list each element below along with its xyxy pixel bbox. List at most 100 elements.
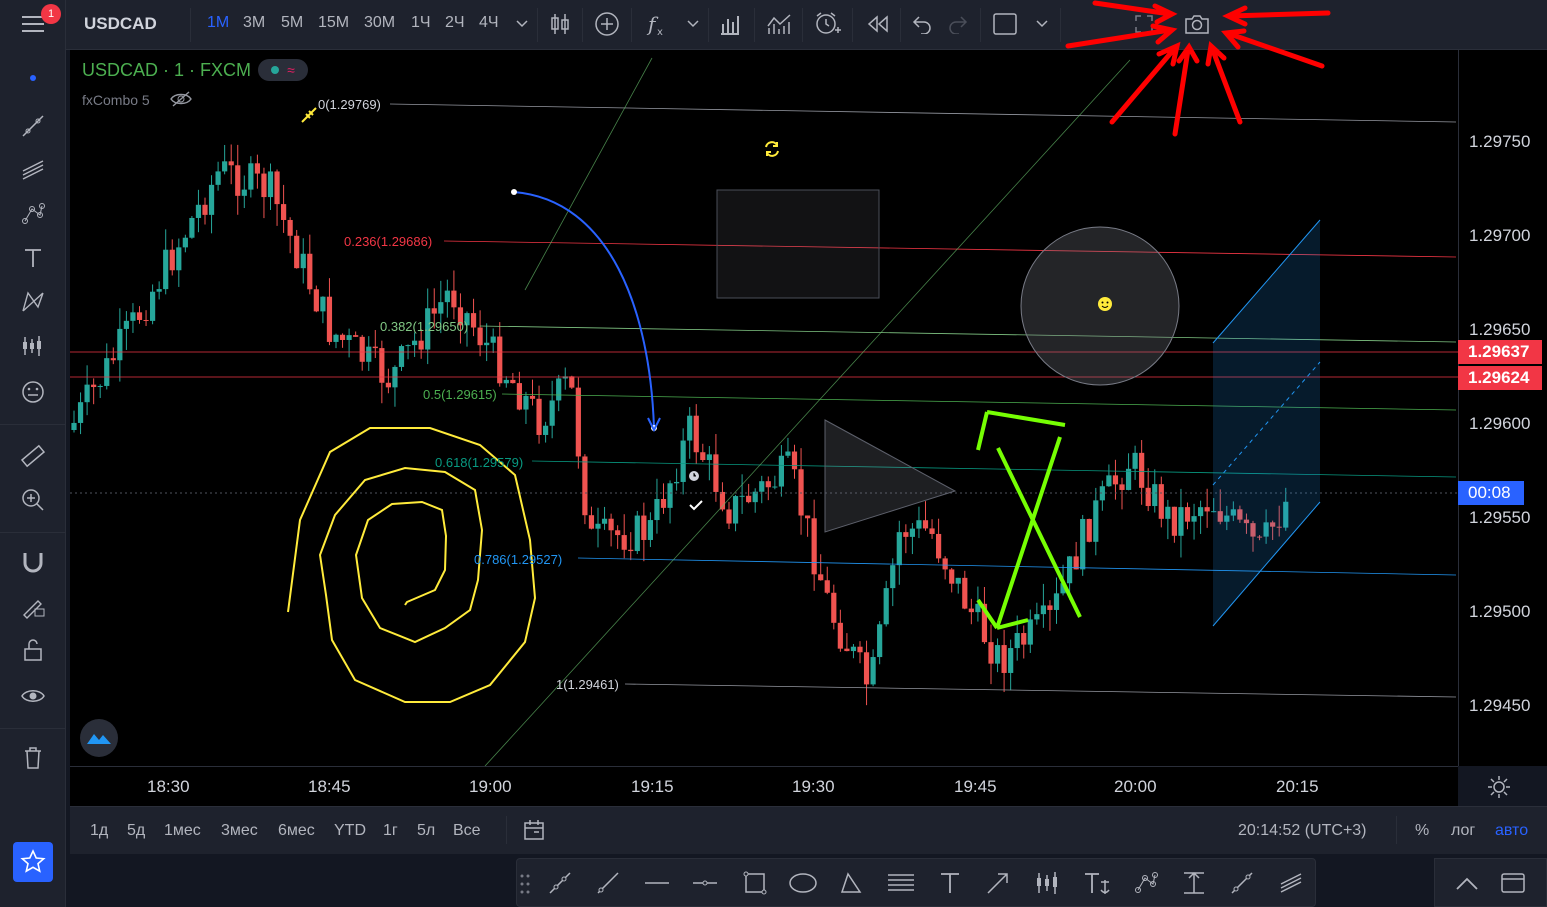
compare-icon[interactable] <box>763 8 795 40</box>
ray-tool-icon[interactable] <box>591 866 625 900</box>
horizontal-line-tool-icon[interactable] <box>640 866 674 900</box>
divider <box>537 8 538 42</box>
price-label: 1.29650 <box>1469 320 1531 339</box>
chart-pane[interactable]: 0(1.29769) 0.236(1.29686) 0.382(1.29650)… <box>70 50 1458 767</box>
zoom-in-icon[interactable] <box>17 484 49 516</box>
fib-tool-icon[interactable] <box>884 866 918 900</box>
divider <box>582 8 583 42</box>
timeframe-30m[interactable]: 30М <box>364 14 395 32</box>
maximize-panel-icon[interactable] <box>1496 866 1530 900</box>
candle-body <box>523 395 529 410</box>
market-status-badge[interactable]: ≈ <box>258 59 308 81</box>
trend-angle-tool-icon[interactable] <box>1225 866 1259 900</box>
timeframe-1m[interactable]: 1М <box>207 14 229 32</box>
drag-handle-icon[interactable] <box>520 872 530 901</box>
range-5y[interactable]: 5л <box>417 822 435 840</box>
chevron-down-icon[interactable] <box>677 8 709 40</box>
add-indicator-icon[interactable] <box>591 8 623 40</box>
logo-icon[interactable] <box>80 719 118 757</box>
pattern-tool-icon[interactable] <box>1129 866 1163 900</box>
lock-drawing-icon[interactable] <box>17 590 49 622</box>
legend-symbol[interactable]: USDCAD · 1 · FXCM <box>82 60 251 81</box>
range-3m[interactable]: 3мес <box>221 822 258 840</box>
arrow-drawing[interactable] <box>976 410 1082 618</box>
chevron-down-icon[interactable] <box>506 8 538 40</box>
candle-body <box>1086 518 1092 542</box>
timeframe-5m[interactable]: 5М <box>281 14 303 32</box>
settings-gear-icon[interactable] <box>1487 775 1511 804</box>
arrow-tool-icon[interactable] <box>981 866 1015 900</box>
forecast-icon[interactable] <box>17 330 49 362</box>
symbol-search[interactable]: USDCAD <box>84 14 157 34</box>
candles-icon[interactable] <box>544 8 576 40</box>
anchored-text-tool-icon[interactable] <box>1080 866 1114 900</box>
trend-line-icon[interactable] <box>17 110 49 142</box>
pattern-icon[interactable] <box>17 198 49 230</box>
trend-line[interactable] <box>524 57 653 291</box>
range-1y[interactable]: 1г <box>383 822 398 840</box>
rectangle-tool-icon[interactable] <box>738 866 772 900</box>
price-label: 1.29500 <box>1469 602 1531 621</box>
emoji-icon[interactable] <box>17 376 49 408</box>
trash-icon[interactable] <box>17 742 49 774</box>
eye-hidden-icon[interactable] <box>170 90 192 113</box>
price-range-tool-icon[interactable] <box>1177 866 1211 900</box>
timeframe-1h[interactable]: 1Ч <box>411 14 431 32</box>
candle-body <box>261 173 267 198</box>
xabcd-pattern-icon[interactable] <box>17 286 49 318</box>
time-axis[interactable] <box>70 766 1458 806</box>
refresh-icon[interactable] <box>765 141 779 157</box>
range-ytd[interactable]: YTD <box>334 822 366 840</box>
horizontal-ray-tool-icon[interactable] <box>688 866 722 900</box>
undo-icon[interactable] <box>906 8 938 40</box>
legend-indicator[interactable]: fxCombo 5 <box>82 92 150 108</box>
ruler-icon[interactable] <box>17 440 49 472</box>
clock-display[interactable]: 20:14:52 (UTC+3) <box>1238 822 1367 840</box>
arrow-drawing[interactable] <box>976 436 1062 630</box>
layout-icon[interactable] <box>989 8 1021 40</box>
percent-toggle[interactable]: % <box>1415 822 1429 840</box>
chart-canvas[interactable] <box>70 50 1458 767</box>
timeframe-15m[interactable]: 15М <box>318 14 349 32</box>
alert-clock-icon[interactable] <box>811 8 843 40</box>
candle-body <box>379 348 385 383</box>
auto-toggle[interactable]: авто <box>1495 822 1528 840</box>
trend-line-tool-icon[interactable] <box>543 866 577 900</box>
magnet-icon[interactable] <box>17 546 49 578</box>
function-icon[interactable]: fx <box>640 8 672 40</box>
text-tool-icon[interactable] <box>933 866 967 900</box>
bar-chart-icon[interactable] <box>714 8 746 40</box>
price-axis[interactable] <box>1458 50 1547 766</box>
timeframe-2h[interactable]: 2Ч <box>445 14 465 32</box>
long-position-tool-icon[interactable] <box>1030 866 1064 900</box>
channel-icon[interactable] <box>17 154 49 186</box>
triangle-tool-icon[interactable] <box>834 866 868 900</box>
chevron-up-icon[interactable] <box>1450 866 1484 900</box>
timeframe-4h[interactable]: 4Ч <box>479 14 499 32</box>
watchlist-star-icon[interactable] <box>13 842 53 882</box>
range-6m[interactable]: 6мес <box>278 822 315 840</box>
lock-icon[interactable] <box>17 634 49 666</box>
range-1m[interactable]: 1мес <box>164 822 201 840</box>
calendar-goto-icon[interactable] <box>522 818 546 847</box>
arc-arrow-drawing[interactable] <box>513 191 655 429</box>
timeframe-3m[interactable]: 3М <box>243 14 265 32</box>
price-label: 1.29700 <box>1469 226 1531 245</box>
range-1d[interactable]: 1д <box>90 822 108 840</box>
eye-icon[interactable] <box>17 680 49 712</box>
replay-icon[interactable] <box>862 8 894 40</box>
triangle-drawing[interactable] <box>824 419 957 533</box>
log-toggle[interactable]: лог <box>1451 822 1475 840</box>
dot-cursor-icon[interactable] <box>17 62 49 94</box>
range-all[interactable]: Все <box>453 822 481 840</box>
rectangle-drawing[interactable] <box>716 189 880 299</box>
range-5d[interactable]: 5д <box>127 822 145 840</box>
chevron-down-icon[interactable] <box>1026 8 1058 40</box>
clock-marker-icon <box>689 471 699 481</box>
ellipse-tool-icon[interactable] <box>786 866 820 900</box>
candle-body <box>942 558 948 570</box>
text-icon[interactable] <box>17 242 49 274</box>
trend-line[interactable] <box>484 59 1131 767</box>
candle-body <box>543 425 549 435</box>
channel-tool-icon[interactable] <box>1274 866 1308 900</box>
